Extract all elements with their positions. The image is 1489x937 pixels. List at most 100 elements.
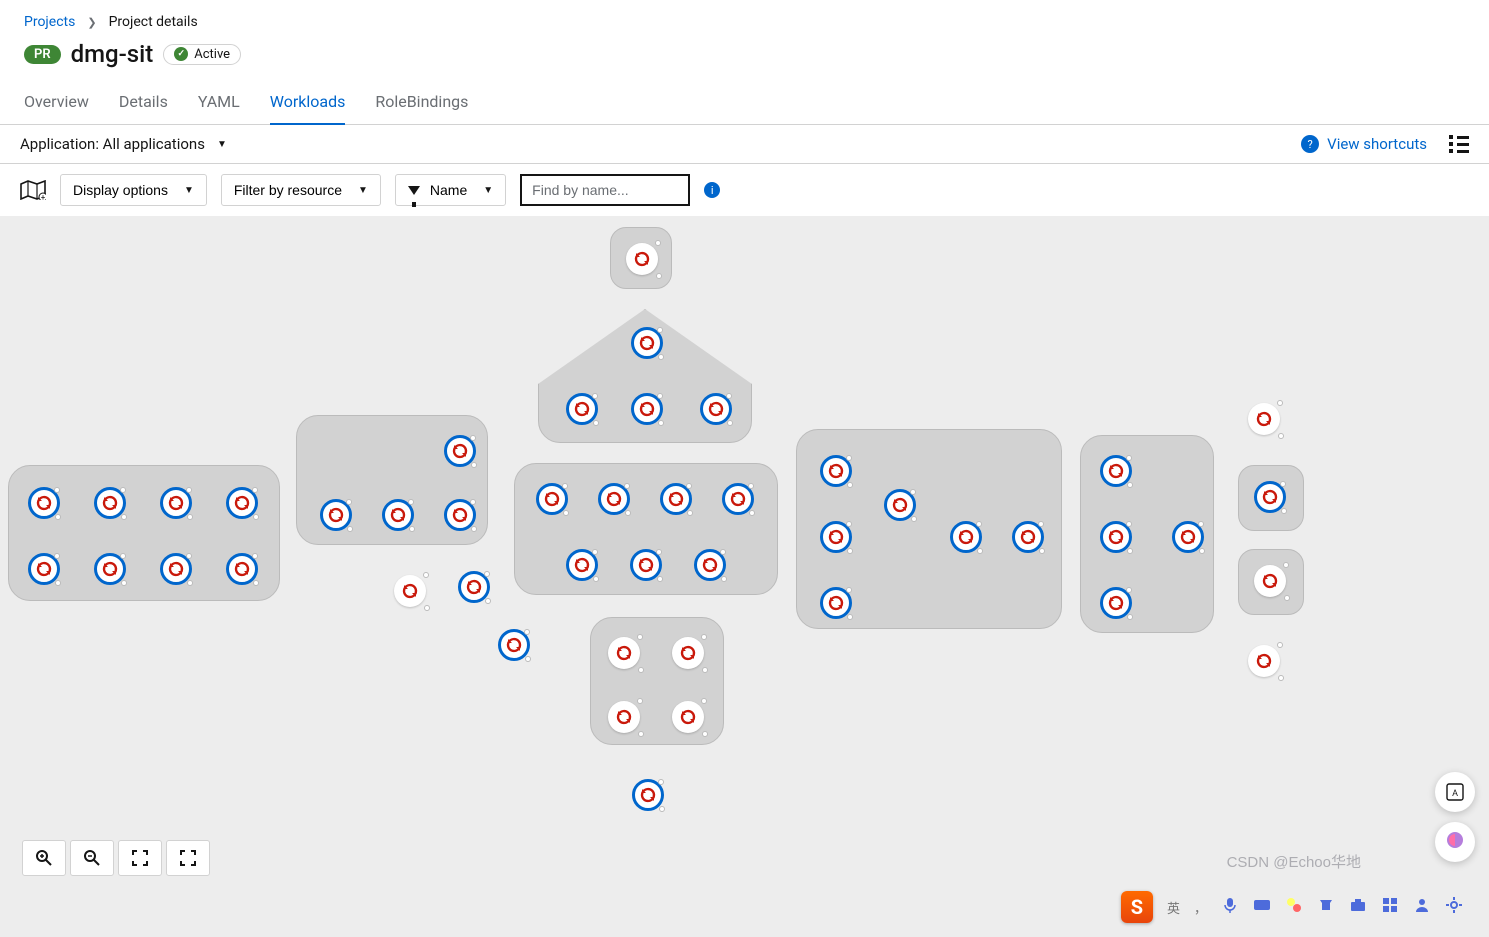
workload-node[interactable] bbox=[608, 637, 640, 669]
workload-node[interactable] bbox=[394, 575, 426, 607]
ime-punct[interactable]: ， bbox=[1194, 898, 1207, 917]
breadcrumb-projects-link[interactable]: Projects bbox=[24, 14, 75, 30]
workload-node[interactable] bbox=[598, 483, 630, 515]
workload-node[interactable] bbox=[1100, 455, 1132, 487]
zoom-in-button[interactable] bbox=[22, 840, 66, 876]
workload-node[interactable] bbox=[1248, 403, 1280, 435]
tabs: Overview Details YAML Workloads RoleBindings bbox=[0, 82, 1489, 125]
import-yaml-button[interactable]: A bbox=[1435, 772, 1475, 812]
workload-node[interactable] bbox=[884, 489, 916, 521]
caret-down-icon: ▼ bbox=[217, 139, 227, 150]
name-filter-dropdown[interactable]: Name ▼ bbox=[395, 174, 506, 206]
workload-node[interactable] bbox=[28, 487, 60, 519]
mic-icon[interactable] bbox=[1221, 896, 1239, 918]
workload-node[interactable] bbox=[1254, 565, 1286, 597]
keyboard-icon[interactable] bbox=[1253, 896, 1271, 918]
toolbox-icon[interactable] bbox=[1349, 896, 1367, 918]
workload-node[interactable] bbox=[700, 393, 732, 425]
workload-node[interactable] bbox=[94, 487, 126, 519]
ime-lang[interactable]: 英 bbox=[1167, 898, 1180, 917]
workload-node[interactable] bbox=[444, 435, 476, 467]
page-title-row: PR dmg-sit Active bbox=[0, 34, 1489, 82]
fit-screen-button[interactable] bbox=[118, 840, 162, 876]
workload-node[interactable] bbox=[632, 779, 664, 811]
project-name: dmg-sit bbox=[71, 40, 154, 68]
workload-node[interactable] bbox=[566, 393, 598, 425]
workload-node[interactable] bbox=[631, 393, 663, 425]
breadcrumb: Projects ❯ Project details bbox=[0, 0, 1489, 34]
copilot-button[interactable] bbox=[1435, 822, 1475, 862]
list-view-toggle[interactable] bbox=[1449, 135, 1469, 153]
application-filter[interactable]: Application: All applications ▼ bbox=[20, 135, 227, 153]
emoji-icon[interactable] bbox=[1285, 896, 1303, 918]
filter-resource-dropdown[interactable]: Filter by resource ▼ bbox=[221, 174, 381, 206]
workload-node[interactable] bbox=[820, 521, 852, 553]
subbar: Application: All applications ▼ ? View s… bbox=[0, 125, 1489, 164]
workload-node[interactable] bbox=[950, 521, 982, 553]
status-badge: Active bbox=[163, 44, 241, 65]
workload-node[interactable] bbox=[1248, 645, 1280, 677]
project-type-badge: PR bbox=[24, 45, 61, 64]
workload-node[interactable] bbox=[320, 499, 352, 531]
svg-text:A: A bbox=[1452, 789, 1458, 799]
settings-icon[interactable] bbox=[1445, 896, 1463, 918]
workload-node[interactable] bbox=[672, 637, 704, 669]
caret-down-icon: ▼ bbox=[358, 185, 368, 196]
shortcuts-label: View shortcuts bbox=[1327, 135, 1427, 153]
zoom-out-button[interactable] bbox=[70, 840, 114, 876]
workload-node[interactable] bbox=[498, 629, 530, 661]
find-by-name-input[interactable] bbox=[520, 174, 690, 206]
topology-canvas[interactable] bbox=[0, 217, 1489, 937]
breadcrumb-current: Project details bbox=[109, 14, 198, 30]
skin-icon[interactable] bbox=[1317, 896, 1335, 918]
watermark-text: CSDN @Echoo华地 bbox=[1227, 851, 1361, 872]
zoom-controls bbox=[22, 840, 210, 876]
workload-node[interactable] bbox=[28, 553, 60, 585]
workload-node[interactable] bbox=[444, 499, 476, 531]
ime-tray: S 英 ， bbox=[1111, 884, 1489, 930]
layout-icon[interactable]: + bbox=[20, 180, 46, 200]
workload-node[interactable] bbox=[566, 549, 598, 581]
workload-node[interactable] bbox=[536, 483, 568, 515]
funnel-icon bbox=[408, 186, 420, 195]
svg-text:+: + bbox=[41, 193, 46, 200]
ime-engine-icon[interactable]: S bbox=[1121, 891, 1153, 923]
workload-node[interactable] bbox=[382, 499, 414, 531]
workload-node[interactable] bbox=[694, 549, 726, 581]
tab-details[interactable]: Details bbox=[119, 82, 168, 124]
workload-node[interactable] bbox=[820, 455, 852, 487]
workload-node[interactable] bbox=[630, 549, 662, 581]
workload-node[interactable] bbox=[1100, 521, 1132, 553]
tab-workloads[interactable]: Workloads bbox=[270, 82, 346, 125]
tab-overview[interactable]: Overview bbox=[24, 82, 89, 124]
workload-node[interactable] bbox=[94, 553, 126, 585]
workload-node[interactable] bbox=[631, 327, 663, 359]
workload-node[interactable] bbox=[160, 553, 192, 585]
fullscreen-button[interactable] bbox=[166, 840, 210, 876]
grid-icon[interactable] bbox=[1381, 896, 1399, 918]
view-shortcuts-link[interactable]: ? View shortcuts bbox=[1301, 135, 1427, 153]
workload-node[interactable] bbox=[1172, 521, 1204, 553]
info-circle-icon: ? bbox=[1301, 135, 1319, 153]
workload-node[interactable] bbox=[226, 553, 258, 585]
workload-node[interactable] bbox=[722, 483, 754, 515]
workload-node[interactable] bbox=[820, 587, 852, 619]
status-label: Active bbox=[194, 47, 230, 62]
user-icon[interactable] bbox=[1413, 896, 1431, 918]
workload-node[interactable] bbox=[626, 243, 658, 275]
workload-node[interactable] bbox=[660, 483, 692, 515]
workload-node[interactable] bbox=[672, 701, 704, 733]
workload-node[interactable] bbox=[160, 487, 192, 519]
chevron-right-icon: ❯ bbox=[87, 16, 96, 29]
tab-yaml[interactable]: YAML bbox=[198, 82, 240, 124]
workload-node[interactable] bbox=[1254, 481, 1286, 513]
tab-rolebindings[interactable]: RoleBindings bbox=[375, 82, 468, 124]
display-options-dropdown[interactable]: Display options ▼ bbox=[60, 174, 207, 206]
application-filter-label: Application: All applications bbox=[20, 135, 205, 153]
info-icon[interactable]: i bbox=[704, 182, 720, 198]
workload-node[interactable] bbox=[458, 571, 490, 603]
workload-node[interactable] bbox=[1100, 587, 1132, 619]
workload-node[interactable] bbox=[1012, 521, 1044, 553]
workload-node[interactable] bbox=[226, 487, 258, 519]
workload-node[interactable] bbox=[608, 701, 640, 733]
